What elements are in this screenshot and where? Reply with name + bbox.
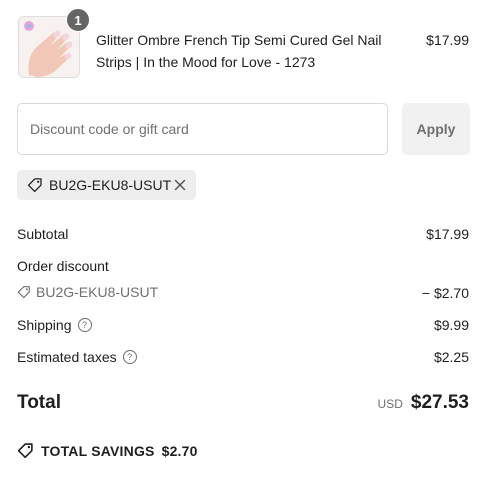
subtotal-label: Subtotal (17, 226, 69, 242)
currency-code: USD (377, 397, 403, 411)
quantity-badge: 1 (66, 8, 90, 32)
order-discount-code: BU2G-EKU8-USUT (17, 284, 158, 300)
product-title: Glitter Ombre French Tip Semi Cured Gel … (96, 32, 382, 70)
remove-discount-icon[interactable] (172, 177, 188, 193)
product-price: $17.99 (426, 32, 469, 48)
taxes-help-icon[interactable]: ? (122, 350, 137, 365)
apply-button[interactable]: Apply (402, 103, 470, 155)
total-label: Total (17, 392, 61, 413)
discount-value: − $2.70 (421, 285, 469, 301)
applied-code-text: BU2G-EKU8-USUT (49, 177, 172, 193)
total-amount-wrap: USD $27.53 (378, 392, 469, 414)
discount-code-input[interactable] (17, 103, 388, 155)
tag-icon (27, 178, 42, 193)
taxes-value: $2.25 (433, 349, 469, 365)
savings-label: TOTAL SAVINGS (41, 442, 155, 459)
discount-code-text: BU2G-EKU8-USUT (36, 284, 159, 300)
savings-tag-icon (17, 443, 33, 459)
taxes-row: Estimated taxes? (17, 348, 137, 366)
savings-value: $2.70 (161, 442, 198, 459)
shipping-row: Shipping? (17, 316, 92, 334)
applied-discount-chip: BU2G-EKU8-USUT (17, 170, 196, 200)
tag-icon (17, 286, 30, 299)
shipping-help-icon[interactable]: ? (77, 318, 92, 333)
subtotal-value: $17.99 (426, 226, 469, 242)
total-savings: TOTAL SAVINGS $2.70 (17, 442, 198, 459)
shipping-value: $9.99 (433, 317, 469, 333)
shipping-label: Shipping (17, 317, 72, 333)
taxes-label: Estimated taxes (17, 349, 117, 365)
total-value: $27.53 (410, 392, 469, 413)
order-discount-label: Order discount (17, 258, 109, 274)
